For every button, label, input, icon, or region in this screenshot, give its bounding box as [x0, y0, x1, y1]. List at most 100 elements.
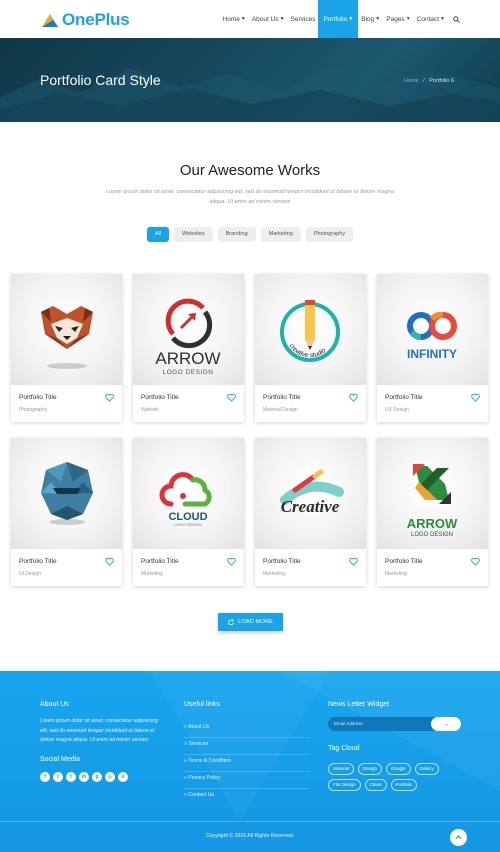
tag-cloud: Material Design Google Gallery Flat Desi…: [328, 763, 458, 791]
logo[interactable]: OnePlus: [40, 10, 130, 30]
portfolio-card[interactable]: Portfolio Title Photography: [11, 274, 122, 422]
nav-blog[interactable]: Blog ▼: [358, 0, 383, 38]
caret-down-icon: ▼: [375, 16, 381, 22]
nav-about[interactable]: About Us ▼: [249, 0, 288, 38]
chevron-up-icon: [455, 835, 462, 840]
newsletter-email-input[interactable]: Email Address: [334, 721, 363, 726]
portfolio-card[interactable]: Portfolio Title UI Design: [11, 438, 122, 586]
tag[interactable]: Google: [386, 763, 411, 775]
polygon-cat-logo: [11, 438, 122, 549]
tag[interactable]: Design: [358, 763, 383, 775]
footer-social-title: Social Media: [40, 756, 81, 763]
twitter-icon[interactable]: t: [53, 772, 63, 782]
infinity-logo: INFINITY: [377, 274, 488, 385]
caret-down-icon: ▼: [440, 16, 445, 22]
footer-link-services[interactable]: » Services: [184, 738, 310, 755]
filter-all[interactable]: All: [146, 227, 170, 242]
heart-icon[interactable]: [471, 557, 480, 566]
logo-design-text: LOGO DESIGN: [411, 532, 453, 538]
page-banner: Portfolio Card Style Home / Portfolio 6: [0, 38, 500, 122]
card-category: Marketing: [385, 571, 407, 577]
newsletter-form: Email Address →: [328, 717, 461, 731]
tumblr-icon[interactable]: t: [66, 772, 76, 782]
card-category: Marketing: [141, 571, 163, 577]
nav-label: Home: [222, 15, 240, 23]
heart-icon[interactable]: [471, 393, 480, 402]
section-title: Our Awesome Works: [179, 162, 321, 179]
portfolio-card[interactable]: Creative Portfolio Title Marketing: [255, 438, 366, 586]
link-label: Services: [188, 741, 209, 747]
logo-word-arrow: ARROW: [155, 349, 220, 368]
heart-icon[interactable]: [227, 557, 236, 566]
tag[interactable]: Material: [328, 763, 355, 775]
logo-word-infinity: INFINITY: [407, 347, 457, 361]
heart-icon[interactable]: [349, 393, 358, 402]
back-to-top-button[interactable]: [450, 829, 467, 846]
logo-text: OnePlus: [62, 10, 130, 29]
card-title: Portfolio Title: [263, 394, 301, 401]
tag[interactable]: Flat Design: [328, 779, 361, 791]
search-icon[interactable]: [450, 0, 462, 38]
card-title: Portfolio Title: [19, 558, 57, 565]
nav-label: Contact: [416, 15, 440, 23]
nav-portfolio[interactable]: Portfolio ▼: [318, 0, 359, 38]
load-more-button[interactable]: LOAD MORE: [218, 613, 283, 631]
portfolio-card[interactable]: INFINITY Portfolio Title UX Design: [377, 274, 488, 422]
card-category: UI Design: [19, 571, 41, 577]
tag[interactable]: Clean: [364, 779, 387, 791]
footer-link-terms[interactable]: » Terms & Condition: [184, 755, 310, 772]
skype-icon[interactable]: s: [118, 772, 128, 782]
breadcrumb-home[interactable]: Home: [404, 78, 419, 84]
card-category: Photography: [19, 407, 48, 413]
tag[interactable]: Portfolio: [390, 779, 418, 791]
tag[interactable]: Gallery: [414, 763, 439, 775]
filter-marketing[interactable]: Marketing: [260, 227, 301, 242]
copyright: Copyright © 2016 All Rights Reserved.: [205, 833, 295, 839]
instagram-icon[interactable]: ◎: [105, 772, 115, 782]
filter-branding[interactable]: Branding: [217, 227, 256, 242]
heart-icon[interactable]: [227, 393, 236, 402]
arrow-right-icon: →: [442, 720, 450, 728]
linkedin-icon[interactable]: in: [79, 772, 89, 782]
footer-about-title: About Us: [40, 701, 69, 708]
heart-icon[interactable]: [105, 393, 114, 402]
portfolio-card[interactable]: ARROW LOGO DESIGN Portfolio Title Market…: [377, 438, 488, 586]
useful-links: » About Us » Services » Terms & Conditio…: [184, 721, 310, 806]
red-panda-logo: [11, 274, 122, 385]
pinterest-icon[interactable]: p: [92, 772, 102, 782]
footer-divider: [0, 821, 500, 822]
nav-home[interactable]: Home ▼: [220, 0, 249, 38]
nav-label: Blog: [361, 15, 375, 23]
section-description: Lorem ipsum dolor sit amet, consectetur …: [106, 189, 394, 205]
footer-link-privacy[interactable]: » Privacy Policy: [184, 772, 310, 789]
caret-down-icon: ▼: [348, 16, 354, 22]
caret-down-icon: ▼: [279, 16, 285, 22]
refresh-icon: [228, 619, 234, 625]
portfolio-card[interactable]: ARROW LOGO DESIGN Portfolio Title Websit…: [133, 274, 244, 422]
logo-design-text: LOGO DESIGN: [162, 369, 213, 376]
breadcrumb-current: Portfolio 6: [429, 78, 454, 84]
portfolio-card[interactable]: creative studio Portfolio Title Material…: [255, 274, 366, 422]
site-header: OnePlus Home ▼ About Us ▼ Services Portfol…: [0, 0, 500, 38]
filter-photography[interactable]: Photography: [305, 227, 354, 242]
heart-icon[interactable]: [105, 557, 114, 566]
site-footer: About Us Lorem ipsum dolor sit amet, con…: [0, 671, 500, 852]
filter-websites[interactable]: Websites: [174, 227, 213, 242]
newsletter-submit-button[interactable]: →: [431, 717, 461, 731]
card-title: Portfolio Title: [385, 558, 423, 565]
nav-contact[interactable]: Contact ▼: [414, 0, 448, 38]
footer-link-contact[interactable]: » Contact Us: [184, 789, 310, 806]
nav-pages[interactable]: Pages ▼: [383, 0, 413, 38]
portfolio-card[interactable]: CLOUD LOGO DESIGN Portfolio Title Market…: [133, 438, 244, 586]
main-nav: Home ▼ About Us ▼ Services Portfolio ▼ Blog…: [220, 0, 462, 38]
creative-logo: Creative: [255, 438, 366, 549]
heart-icon[interactable]: [349, 557, 358, 566]
arrow-logo-2: ARROW LOGO DESIGN: [377, 438, 488, 549]
footer-link-about[interactable]: » About Us: [184, 721, 310, 738]
page-title: Portfolio Card Style: [40, 72, 161, 88]
facebook-icon[interactable]: f: [40, 772, 50, 782]
logo-icon: [42, 14, 58, 27]
footer-about-text: Lorem ipsum dolor sit amet, consectetur …: [40, 718, 158, 743]
nav-services[interactable]: Services: [288, 0, 319, 38]
card-title: Portfolio Title: [263, 558, 301, 565]
